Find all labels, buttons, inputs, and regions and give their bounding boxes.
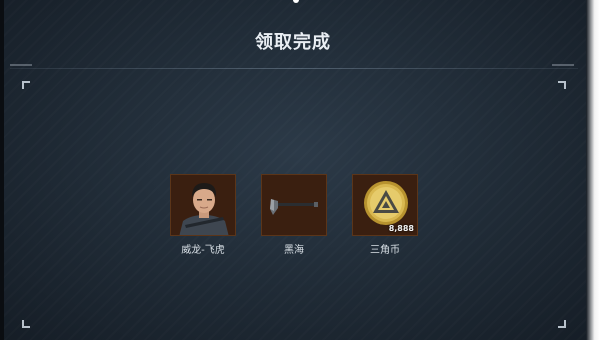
reward-claim-screen: 领取完成 威龙-飞虎 黑海 8,888 三角币 [0,0,600,340]
axe-weapon-icon [262,175,326,235]
reward-label: 威龙-飞虎 [181,245,225,256]
reward-item-character[interactable]: 威龙-飞虎 [170,174,236,256]
frame-corner-bottom-right [558,320,566,328]
page-title: 领取完成 [255,32,331,53]
reward-label: 三角币 [370,245,400,256]
frame-corner-bottom-left [22,320,30,328]
frame-corner-top-left [22,81,30,89]
reward-card: 8,888 [352,174,418,236]
divider-tick-left [10,64,32,66]
reward-item-weapon[interactable]: 黑海 [261,174,327,256]
top-indicator-dot [293,0,299,3]
character-portrait-icon [171,175,235,235]
frame-corner-top-right [558,81,566,89]
reward-card [261,174,327,236]
right-edge-glare [586,0,600,340]
reward-label: 黑海 [284,245,304,256]
reward-item-coin[interactable]: 8,888 三角币 [352,174,418,256]
reward-card [170,174,236,236]
header-divider [10,68,578,69]
reward-quantity: 8,888 [388,224,414,233]
divider-tick-right [552,64,574,66]
